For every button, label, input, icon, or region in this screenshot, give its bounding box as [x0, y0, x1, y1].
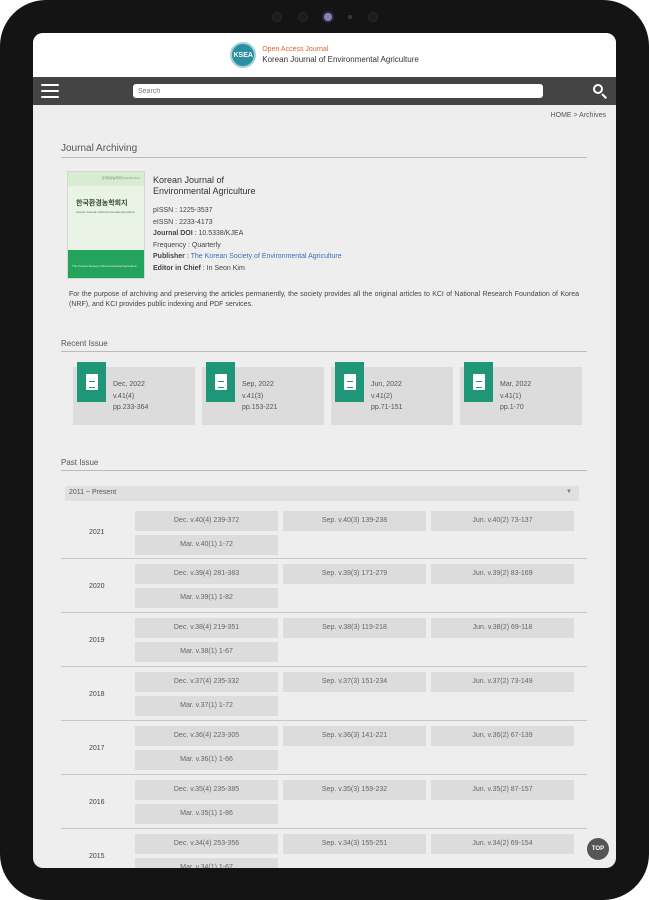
sensor-icon: [298, 12, 308, 22]
past-issue-button[interactable]: Dec. v.35(4) 235-385: [135, 780, 278, 800]
editor-in-chief: Editor in Chief : In Seon Kim: [153, 264, 245, 272]
chevron-down-icon: ▼: [566, 489, 572, 495]
sensor-icon: [272, 12, 282, 22]
year-row-2019: 2019 Dec. v.38(4) 219-351 Sep. v.38(3) 1…: [61, 613, 587, 667]
past-issue-button[interactable]: Dec. v.40(4) 239-372: [135, 511, 278, 531]
past-issue-button[interactable]: Sep. v.38(3) 119-218: [283, 618, 426, 638]
past-issue-button[interactable]: Dec. v.38(4) 219-351: [135, 618, 278, 638]
year-row-2015: 2015 Dec. v.34(4) 253-356 Sep. v.34(3) 1…: [61, 829, 587, 868]
journal-info: Korean Journal of Environmental Agricult…: [153, 175, 342, 274]
recent-issue-card[interactable]: Sep, 2022 v.41(3) pp.153-221: [202, 362, 324, 425]
divider: [61, 351, 587, 352]
year-row-2021: 2021 Dec. v.40(4) 239-372 Sep. v.40(3) 1…: [61, 505, 587, 559]
search-icon[interactable]: [592, 83, 608, 99]
past-issue-button[interactable]: Mar. v.35(1) 1-86: [135, 804, 278, 824]
past-issue-button[interactable]: Mar. v.36(1) 1-66: [135, 750, 278, 770]
year-range-select[interactable]: 2011 ~ Present ▼: [65, 486, 579, 501]
year-label: 2016: [89, 799, 105, 806]
past-issue-button[interactable]: Sep. v.35(3) 159-232: [283, 780, 426, 800]
journal-cover-image: 한국환경농학회지 Vol.41 No.4 한국환경농학회지 Korean Jou…: [67, 171, 145, 279]
recent-issue-card[interactable]: Dec, 2022 v.41(4) pp.233-364: [73, 362, 195, 425]
screen: KSEA Open Access Journal Korean Journal …: [33, 33, 616, 868]
past-issue-title: Past Issue: [61, 458, 99, 467]
past-issue-button[interactable]: Sep. v.36(3) 141-221: [283, 726, 426, 746]
eissn: eISSN : 2233-4173: [153, 218, 213, 226]
publisher-link[interactable]: The Korean Society of Environmental Agri…: [191, 253, 342, 260]
camera-icon: [324, 13, 332, 21]
search-input[interactable]: [133, 84, 543, 98]
divider: [61, 157, 587, 158]
past-issue-button[interactable]: Mar. v.38(1) 1-67: [135, 642, 278, 662]
recent-issue-list: Dec, 2022 v.41(4) pp.233-364 Sep, 2022 v…: [73, 362, 582, 425]
year-row-2020: 2020 Dec. v.39(4) 281-383 Sep. v.39(3) 1…: [61, 559, 587, 613]
year-label: 2015: [89, 853, 105, 860]
archive-description: For the purpose of archiving and preserv…: [69, 291, 579, 308]
recent-issue-card[interactable]: Mar, 2022 v.41(1) pp.1-70: [460, 362, 582, 425]
cover-title: 한국환경농학회지: [76, 200, 128, 207]
year-row-2017: 2017 Dec. v.36(4) 223-305 Sep. v.36(3) 1…: [61, 721, 587, 775]
journal-title-line1: Korean Journal of: [153, 175, 225, 185]
year-label: 2017: [89, 745, 105, 752]
publisher: Publisher : The Korean Society of Enviro…: [153, 253, 342, 260]
past-issue-button[interactable]: Jun. v.39(2) 83-169: [431, 564, 574, 584]
past-issue-button[interactable]: Jun. v.40(2) 73-137: [431, 511, 574, 531]
year-label: 2021: [89, 529, 105, 536]
past-issue-button[interactable]: Jun. v.38(2) 69-118: [431, 618, 574, 638]
page-title: Journal Archiving: [61, 143, 138, 154]
cover-subtitle: Korean Journal of Environmental Agricult…: [76, 210, 135, 214]
year-row-2018: 2018 Dec. v.37(4) 235-332 Sep. v.37(3) 1…: [61, 667, 587, 721]
recent-issue-title: Recent Issue: [61, 339, 108, 348]
journal-name: Korean Journal of Environmental Agricult…: [262, 55, 419, 64]
document-icon: [335, 362, 364, 402]
past-issue-button[interactable]: Dec. v.36(4) 223-305: [135, 726, 278, 746]
navbar: [33, 77, 616, 105]
journal-doi: Journal DOI : 10.5338/KJEA: [153, 230, 244, 237]
light-sensor-icon: [348, 15, 352, 19]
open-access-label: Open Access Journal: [262, 46, 329, 53]
pissn: pISSN : 1225-3537: [153, 207, 213, 214]
cover-publisher: The Korean Society of Environmental Agri…: [72, 264, 137, 268]
journal-logo-icon[interactable]: KSEA: [230, 42, 257, 68]
past-issue-button[interactable]: Mar. v.39(1) 1-82: [135, 588, 278, 608]
frequency: Frequency : Quarterly: [153, 241, 221, 249]
past-issue-button[interactable]: Jun. v.34(2) 69-154: [431, 834, 574, 854]
past-issue-button[interactable]: Dec. v.37(4) 235-332: [135, 672, 278, 692]
hamburger-menu-icon[interactable]: [41, 84, 59, 98]
past-issue-button[interactable]: Mar. v.37(1) 1-72: [135, 696, 278, 716]
past-issue-button[interactable]: Mar. v.34(1) 1-67: [135, 858, 278, 868]
camera-bar: [255, 8, 395, 26]
past-issue-button[interactable]: Dec. v.34(4) 253-356: [135, 834, 278, 854]
sensor-icon: [368, 12, 378, 22]
document-icon: [464, 362, 493, 402]
recent-issue-card[interactable]: Jun, 2022 v.41(2) pp.71-151: [331, 362, 453, 425]
document-icon: [206, 362, 235, 402]
past-issue-button[interactable]: Mar. v.40(1) 1-72: [135, 535, 278, 555]
past-issue-button[interactable]: Jun. v.37(2) 73-149: [431, 672, 574, 692]
document-icon: [77, 362, 106, 402]
past-issue-button[interactable]: Jun. v.36(2) 67-139: [431, 726, 574, 746]
tablet-frame: KSEA Open Access Journal Korean Journal …: [0, 0, 649, 900]
past-issue-button[interactable]: Sep. v.40(3) 139-238: [283, 511, 426, 531]
site-header: KSEA Open Access Journal Korean Journal …: [33, 33, 616, 77]
divider: [61, 470, 587, 471]
past-issue-button[interactable]: Sep. v.39(3) 171-279: [283, 564, 426, 584]
year-row-2016: 2016 Dec. v.35(4) 235-385 Sep. v.35(3) 1…: [61, 775, 587, 829]
year-label: 2018: [89, 691, 105, 698]
journal-logo-text[interactable]: Open Access Journal Korean Journal of En…: [262, 45, 419, 65]
year-label: 2020: [89, 583, 105, 590]
past-issue-button[interactable]: Jun. v.35(2) 87-157: [431, 780, 574, 800]
breadcrumb[interactable]: HOME > Archives: [551, 112, 606, 119]
past-issue-button[interactable]: Sep. v.34(3) 155-251: [283, 834, 426, 854]
scroll-to-top-button[interactable]: TOP: [587, 838, 609, 860]
year-label: 2019: [89, 637, 105, 644]
journal-title-line2: Environmental Agriculture: [153, 186, 256, 196]
past-issue-button[interactable]: Sep. v.37(3) 151-234: [283, 672, 426, 692]
past-issue-button[interactable]: Dec. v.39(4) 281-383: [135, 564, 278, 584]
